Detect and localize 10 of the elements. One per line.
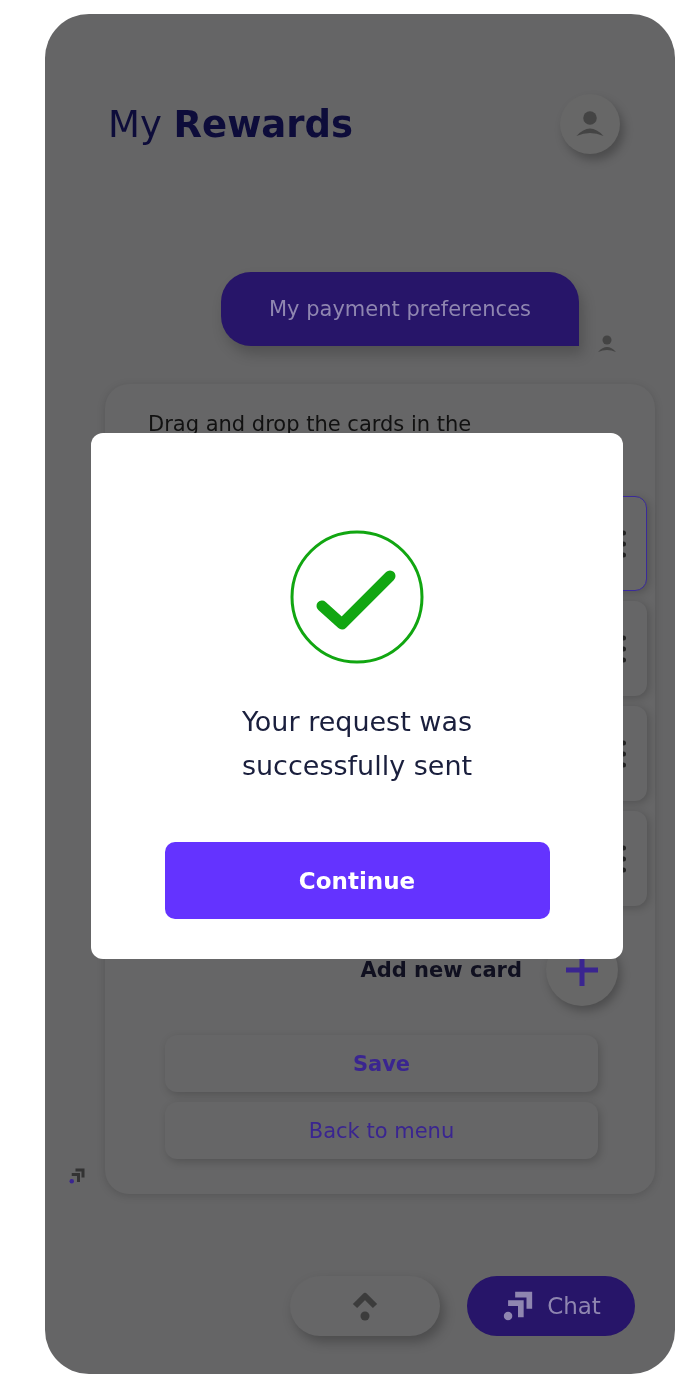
instruction-text: Drag and drop the cards in the [148, 412, 473, 436]
add-card-label: Add new card [360, 958, 522, 982]
continue-button[interactable]: Continue [164, 842, 550, 919]
caret-up-icon [352, 1291, 378, 1321]
chat-logo-icon [68, 1167, 86, 1185]
check-circle-icon [290, 530, 424, 664]
chat-message-bubble: My payment preferences [221, 272, 579, 346]
page-title: My Rewards [108, 102, 354, 146]
success-message: Your request was successfully sent [240, 705, 474, 783]
chat-button[interactable]: Chat [467, 1276, 635, 1336]
